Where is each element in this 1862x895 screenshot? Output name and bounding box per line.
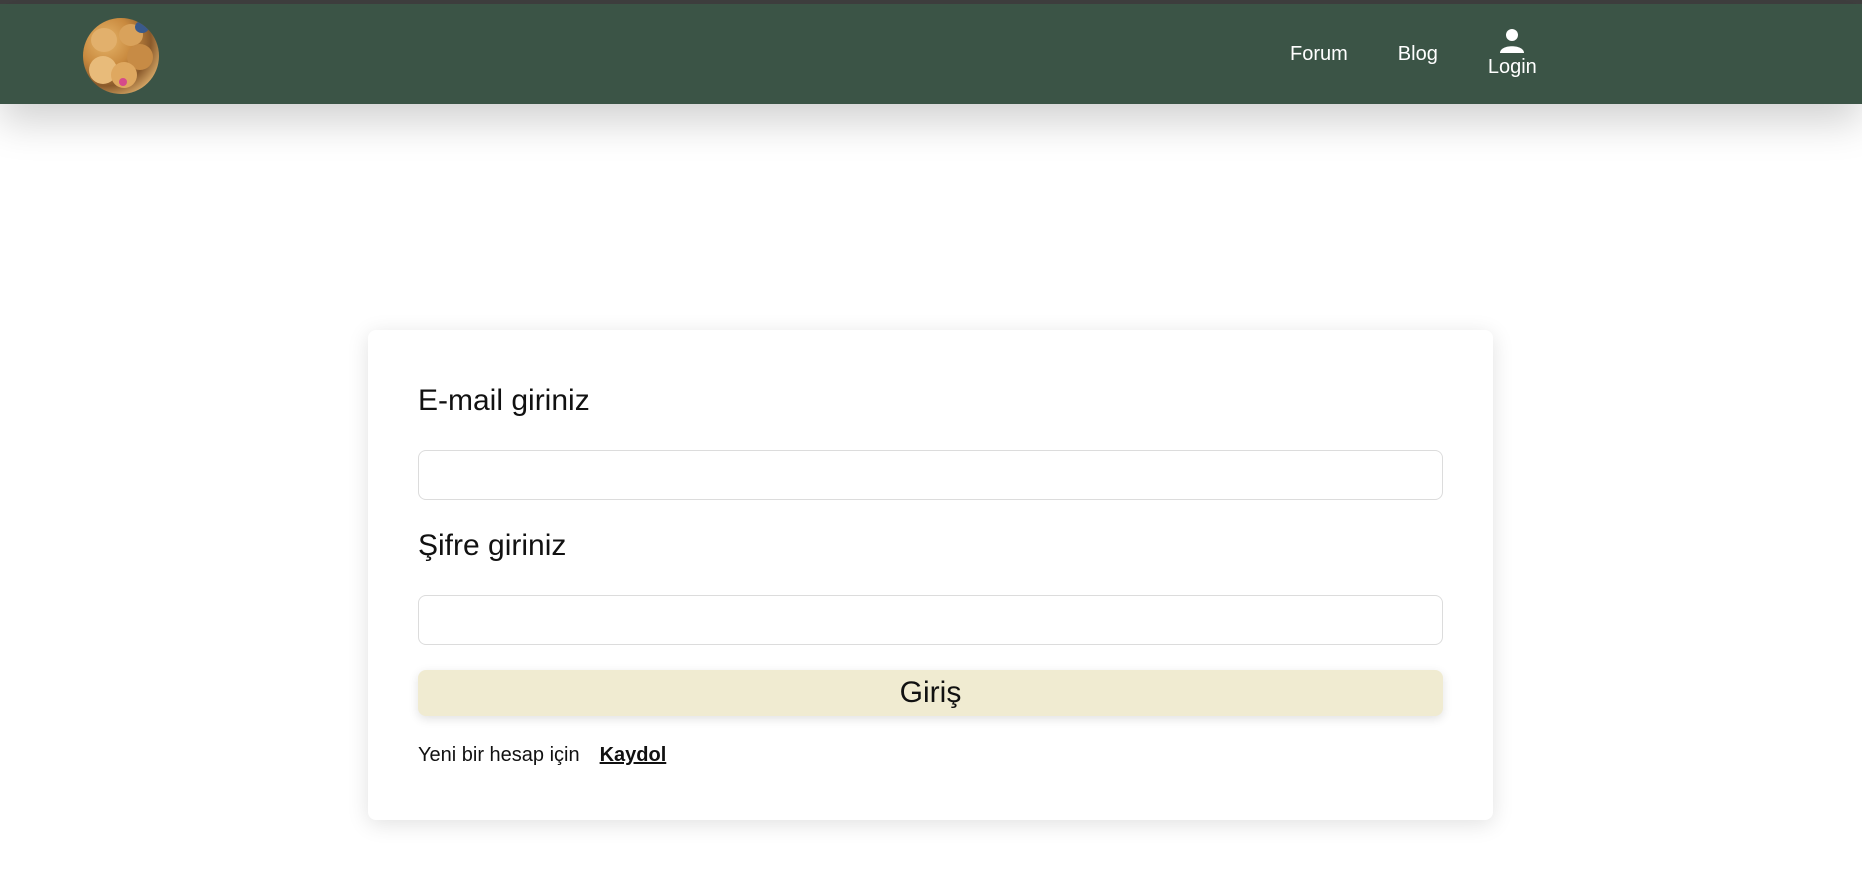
password-label: Şifre giriniz <box>418 529 567 562</box>
navbar <box>0 4 1862 104</box>
nav-link-blog[interactable]: Blog <box>1398 43 1438 66</box>
password-field[interactable] <box>418 595 1443 645</box>
nav-link-forum[interactable]: Forum <box>1290 43 1348 66</box>
register-row: Yeni bir hesap için Kaydol <box>418 744 666 767</box>
login-label: Login <box>1487 55 1537 78</box>
email-field[interactable] <box>418 450 1443 500</box>
logo-image[interactable] <box>83 18 159 94</box>
register-link[interactable]: Kaydol <box>600 744 667 767</box>
login-button[interactable]: Login <box>1488 28 1537 79</box>
logo-puppy-shape <box>91 28 117 52</box>
logo-tongue <box>119 78 127 86</box>
nav-links: Forum Blog Login <box>1290 4 1537 104</box>
login-submit-button[interactable]: Giriş <box>418 670 1443 716</box>
email-label: E-mail giriniz <box>418 384 590 417</box>
user-icon <box>1500 28 1525 53</box>
logo-blue-patch <box>135 21 149 33</box>
register-prompt: Yeni bir hesap için <box>418 744 580 766</box>
login-card: E-mail giriniz Şifre giriniz Giriş Yeni … <box>368 330 1493 820</box>
